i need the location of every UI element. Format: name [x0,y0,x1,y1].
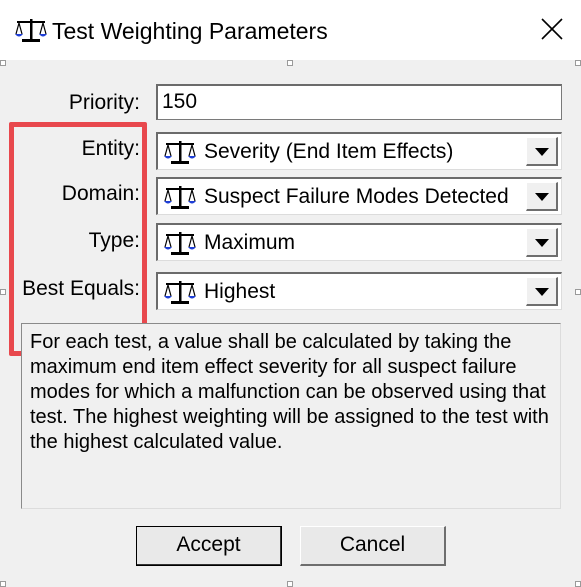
chevron-down-icon[interactable] [526,277,558,306]
resize-handle-top[interactable] [287,60,293,66]
window-title: Test Weighting Parameters [52,18,328,44]
balance-scale-icon [164,186,196,209]
close-icon [541,18,563,40]
priority-input[interactable]: 150 [156,84,562,120]
accept-button[interactable]: Accept [136,526,282,566]
close-button[interactable] [526,6,578,52]
description-text: For each test, a value shall be calculat… [21,323,561,509]
chevron-down-icon[interactable] [526,182,558,211]
best-equals-label: Best Equals: [22,277,140,300]
entity-value: Severity (End Item Effects) [204,140,454,163]
entity-label: Entity: [81,137,140,160]
entity-dropdown[interactable]: Severity (End Item Effects) [156,132,562,170]
resize-handle-top-right[interactable] [575,60,581,66]
domain-value: Suspect Failure Modes Detected [204,185,509,208]
priority-label: Priority: [68,91,140,114]
balance-scale-icon [164,232,196,255]
best-equals-dropdown[interactable]: Highest [156,272,562,310]
balance-scale-icon [164,141,196,164]
cancel-button[interactable]: Cancel [300,526,446,566]
title-bar: Test Weighting Parameters [0,0,581,60]
balance-scale-icon [15,19,47,42]
type-value: Maximum [204,231,296,254]
resize-handle-bottom[interactable] [287,581,293,587]
resize-handle-bottom-left[interactable] [0,581,6,587]
chevron-down-icon[interactable] [526,228,558,257]
resize-handle-bottom-right[interactable] [575,581,581,587]
type-dropdown[interactable]: Maximum [156,223,562,261]
resize-handle-top-left[interactable] [0,60,6,66]
best-equals-value: Highest [204,280,276,303]
domain-dropdown[interactable]: Suspect Failure Modes Detected [156,177,562,215]
type-label: Type: [88,229,140,252]
balance-scale-icon [164,281,196,304]
domain-label: Domain: [61,182,140,205]
resize-handle-right[interactable] [575,289,581,295]
chevron-down-icon[interactable] [526,137,558,166]
dialog-body: Priority: 150 Entity: Severity (End Item… [0,60,581,587]
